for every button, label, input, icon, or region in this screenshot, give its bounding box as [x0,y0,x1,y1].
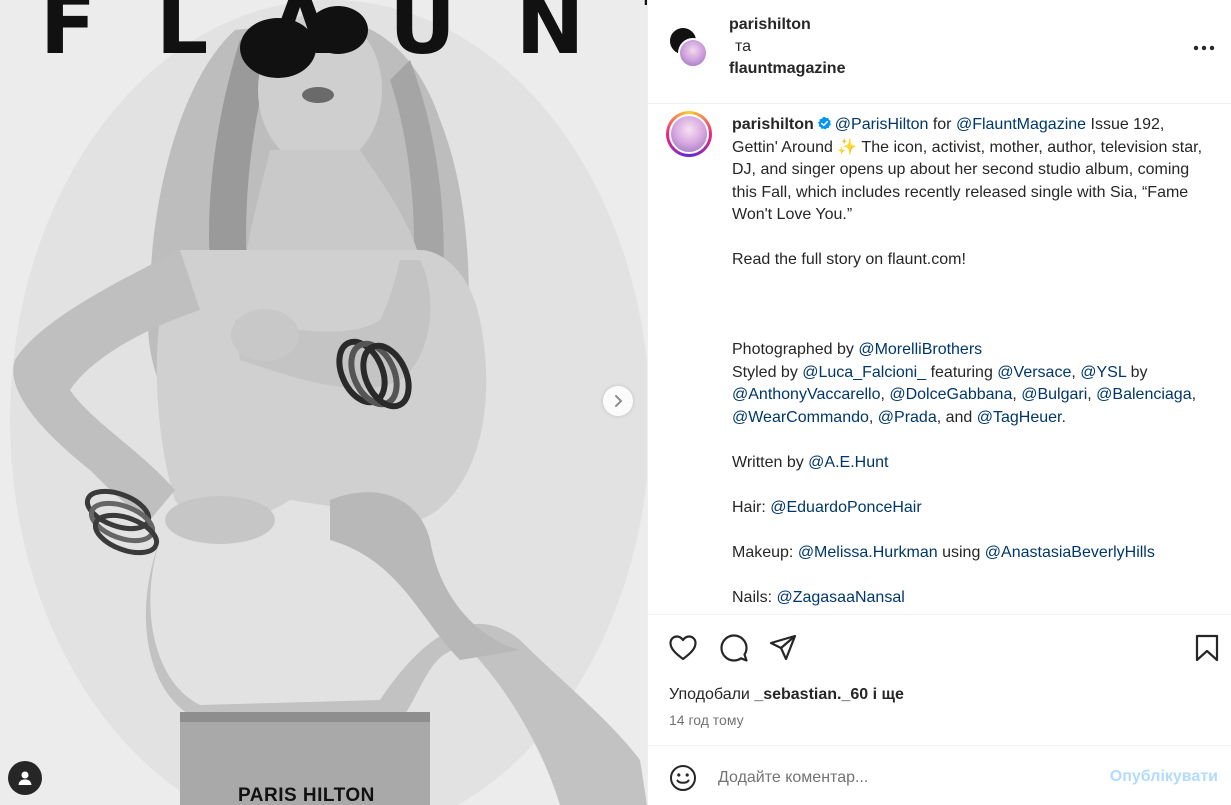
caption-area[interactable]: parishilton @ParisHilton for @FlauntMaga… [648,105,1231,613]
mention-link[interactable]: @Melissa.Hurkman [798,544,938,561]
like-button[interactable] [668,633,698,663]
caption-segment: , [1191,386,1197,403]
post-header: parishilton та flauntmagazine [648,0,1231,104]
mention-link[interactable]: @TagHeuer [977,409,1062,426]
caption-segment: , [1087,386,1097,403]
caption-segment: using [937,543,985,561]
mention-link[interactable]: @EduardoPonceHair [770,499,921,516]
liker-username[interactable]: _sebastian._60 [754,686,868,703]
post-timestamp[interactable]: 14 год тому [669,712,744,728]
caption-segment: for [928,116,956,133]
mention-link[interactable]: @DolceGabbana [889,386,1012,403]
cover-photo [0,0,647,805]
bookmark-icon [1195,634,1219,662]
likes-suffix[interactable]: і ще [868,686,904,703]
likes-prefix: Уподобали [669,686,755,703]
mention-link[interactable]: @Balenciaga [1096,386,1191,403]
caption-segment: Makeup: [732,543,798,561]
avatar[interactable] [678,38,708,68]
avatar[interactable] [666,111,712,157]
mention-link[interactable]: @AnastasiaBeverlyHills [985,544,1155,561]
post-actions: Уподобали _sebastian._60 і ще 14 год том… [648,614,1231,744]
caption-segment: Written by [732,453,809,471]
sparkles-emoji: ✨ [837,138,858,156]
more-horizontal-icon [1193,45,1215,51]
collab-avatars[interactable] [668,26,712,70]
caption-segment: Hair: [732,498,771,516]
mention-link[interactable]: @Luca_Falcioni_ [802,364,926,381]
caption-segment: Styled by [732,363,803,381]
mention-link[interactable]: @WearCommando [732,409,869,426]
comment-input[interactable] [718,764,1098,792]
smiley-icon [670,765,696,791]
collab-names: parishilton та flauntmagazine [729,14,845,80]
chevron-right-icon [615,395,623,407]
emoji-picker-button[interactable] [669,764,697,792]
username-link[interactable]: flauntmagazine [729,58,845,80]
mention-link[interactable]: @ParisHilton [835,116,929,133]
caption-segment: by [1126,363,1148,381]
post-media[interactable]: FLAUNT PARIS HILTON [0,0,647,805]
post-comment-button[interactable]: Опублікувати [1110,768,1218,786]
heart-icon [669,635,697,661]
verified-badge-icon [817,116,831,130]
more-options-button[interactable] [1192,36,1216,60]
comment-bar: Опублікувати [648,745,1231,805]
caption-segment: . [1061,408,1066,426]
save-button[interactable] [1192,633,1222,663]
caption-segment: Nails: [732,588,777,606]
comment-icon [720,634,748,662]
caption-segment: , [1012,386,1022,403]
caption-username[interactable]: parishilton [732,116,814,133]
likes-summary[interactable]: Уподобали _sebastian._60 і ще [669,686,904,704]
cover-masthead: FLAUNT [40,0,647,73]
caption-text: parishilton @ParisHilton for @FlauntMaga… [732,114,1212,609]
mention-link[interactable]: @FlauntMagazine [956,116,1086,133]
mention-link[interactable]: @AnthonyVaccarello [732,386,880,403]
mention-link[interactable]: @Versace [997,364,1071,381]
caption-segment: , [868,408,878,426]
cover-name: PARIS HILTON [238,785,375,805]
caption-segment: , and [936,408,977,426]
next-image-button[interactable] [603,386,633,416]
user-icon [18,771,32,785]
mention-link[interactable]: @A.E.Hunt [808,454,888,471]
tagged-users-button[interactable] [8,761,42,795]
mention-link[interactable]: @YSL [1080,364,1126,381]
and-text: та [735,38,752,55]
mention-link[interactable]: @Prada [878,409,937,426]
mention-link[interactable]: @ZagasaaNansal [776,589,904,606]
caption-segment: Photographed by [732,341,859,358]
send-icon [769,634,797,661]
read-more-line: Read the full story on flaunt.com! [732,251,966,268]
comment-button[interactable] [719,633,749,663]
caption-segment: featuring [926,363,998,381]
caption-segment: , [1071,363,1081,381]
post-side-panel: parishilton та flauntmagazine parishilto… [647,0,1231,805]
mention-link[interactable]: @Bulgari [1021,386,1087,403]
share-button[interactable] [768,633,798,663]
mention-link[interactable]: @MorelliBrothers [858,341,982,358]
username-link[interactable]: parishilton [729,14,845,36]
